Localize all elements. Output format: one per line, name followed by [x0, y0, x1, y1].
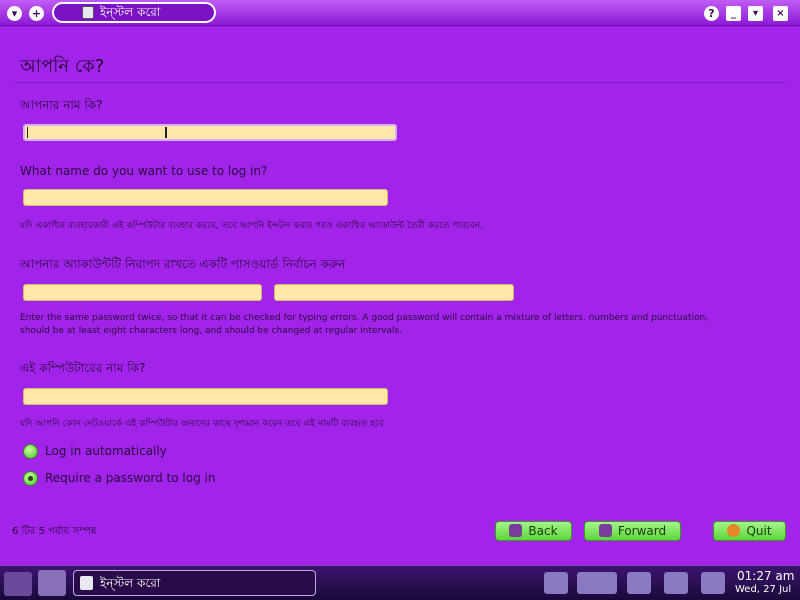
- network-icon[interactable]: [544, 572, 568, 594]
- notification-icon[interactable]: [664, 572, 688, 594]
- clipboard-icon[interactable]: [627, 572, 651, 594]
- minimize-button[interactable]: _: [726, 6, 741, 21]
- ibeam-cursor-icon: [165, 127, 167, 138]
- start-menu-logo-icon[interactable]: [4, 572, 32, 596]
- login-name-field[interactable]: [23, 189, 388, 206]
- taskbar: ইন্স্টল করো: [0, 565, 800, 600]
- computer-name-field[interactable]: [23, 388, 388, 405]
- password-label: আপনার অ্যাকাউন্টটি নিরাপদ রাখতে একটি পাস…: [20, 257, 346, 271]
- usb-icon[interactable]: [701, 572, 725, 594]
- clock-date[interactable]: Wed, 27 Jul: [735, 584, 791, 595]
- forward-arrow-icon: [598, 524, 612, 537]
- forward-button-label: Forward: [617, 524, 667, 538]
- close-button[interactable]: ×: [773, 6, 788, 21]
- clock-time[interactable]: 01:27 am: [737, 569, 794, 583]
- computer-name-label: এই কম্পিউটারের নাম কি?: [20, 361, 146, 375]
- back-button[interactable]: Back: [495, 521, 572, 541]
- forward-button[interactable]: Forward: [584, 521, 681, 541]
- computer-help-text: যদি আপনি কোন নেটওয়ার্কে এই কম্পিউটার অন…: [20, 419, 384, 429]
- login-label: What name do you want to use to log in?: [20, 164, 268, 178]
- name-label: আপনার নাম কি?: [20, 98, 103, 112]
- window-titlebar: ▾ + ইন্স্টল করো ? _ ▾ ×: [0, 0, 800, 26]
- back-button-label: Back: [528, 524, 558, 538]
- window-title-text: ইন্স্টল করো: [100, 5, 161, 19]
- quit-button-label: Quit: [746, 524, 772, 538]
- login-automatically-radio[interactable]: [23, 444, 38, 459]
- installer-icon: [82, 6, 94, 19]
- password-help-line2: should be at least eight characters long…: [20, 326, 403, 336]
- taskbar-task-label: ইন্স্টল করো: [100, 576, 161, 590]
- installer-icon: [80, 576, 93, 590]
- workspace-switcher-icon[interactable]: [577, 572, 617, 594]
- title-divider: [14, 82, 786, 83]
- window-menu-icon[interactable]: ▾: [7, 6, 22, 21]
- back-arrow-icon: [509, 524, 523, 537]
- quit-icon: [727, 524, 741, 537]
- help-icon[interactable]: ?: [704, 6, 719, 21]
- add-icon[interactable]: +: [29, 6, 44, 21]
- password-field[interactable]: [23, 284, 262, 301]
- password-confirm-field[interactable]: [274, 284, 514, 301]
- login-automatically-label[interactable]: Log in automatically: [45, 444, 167, 458]
- password-help-line1: Enter the same password twice, so that i…: [20, 313, 709, 323]
- require-password-label[interactable]: Require a password to log in: [45, 471, 215, 485]
- name-field[interactable]: [23, 124, 397, 141]
- text-caret: [27, 127, 28, 138]
- quit-button[interactable]: Quit: [713, 521, 786, 541]
- login-help-text: যদি একাধিক ব্যবহারকারী এই কম্পিউটার ব্যব…: [20, 221, 483, 231]
- maximize-button[interactable]: ▾: [748, 6, 763, 21]
- window-title: ইন্স্টল করো: [52, 2, 216, 23]
- file-manager-icon[interactable]: [38, 570, 66, 596]
- taskbar-installer-task[interactable]: ইন্স্টল করো: [73, 570, 316, 596]
- page-title: আপনি কে?: [20, 56, 105, 77]
- require-password-radio[interactable]: [23, 471, 38, 486]
- step-progress-text: 6 টির 5 পর্যায় সম্পন্ন: [12, 526, 97, 537]
